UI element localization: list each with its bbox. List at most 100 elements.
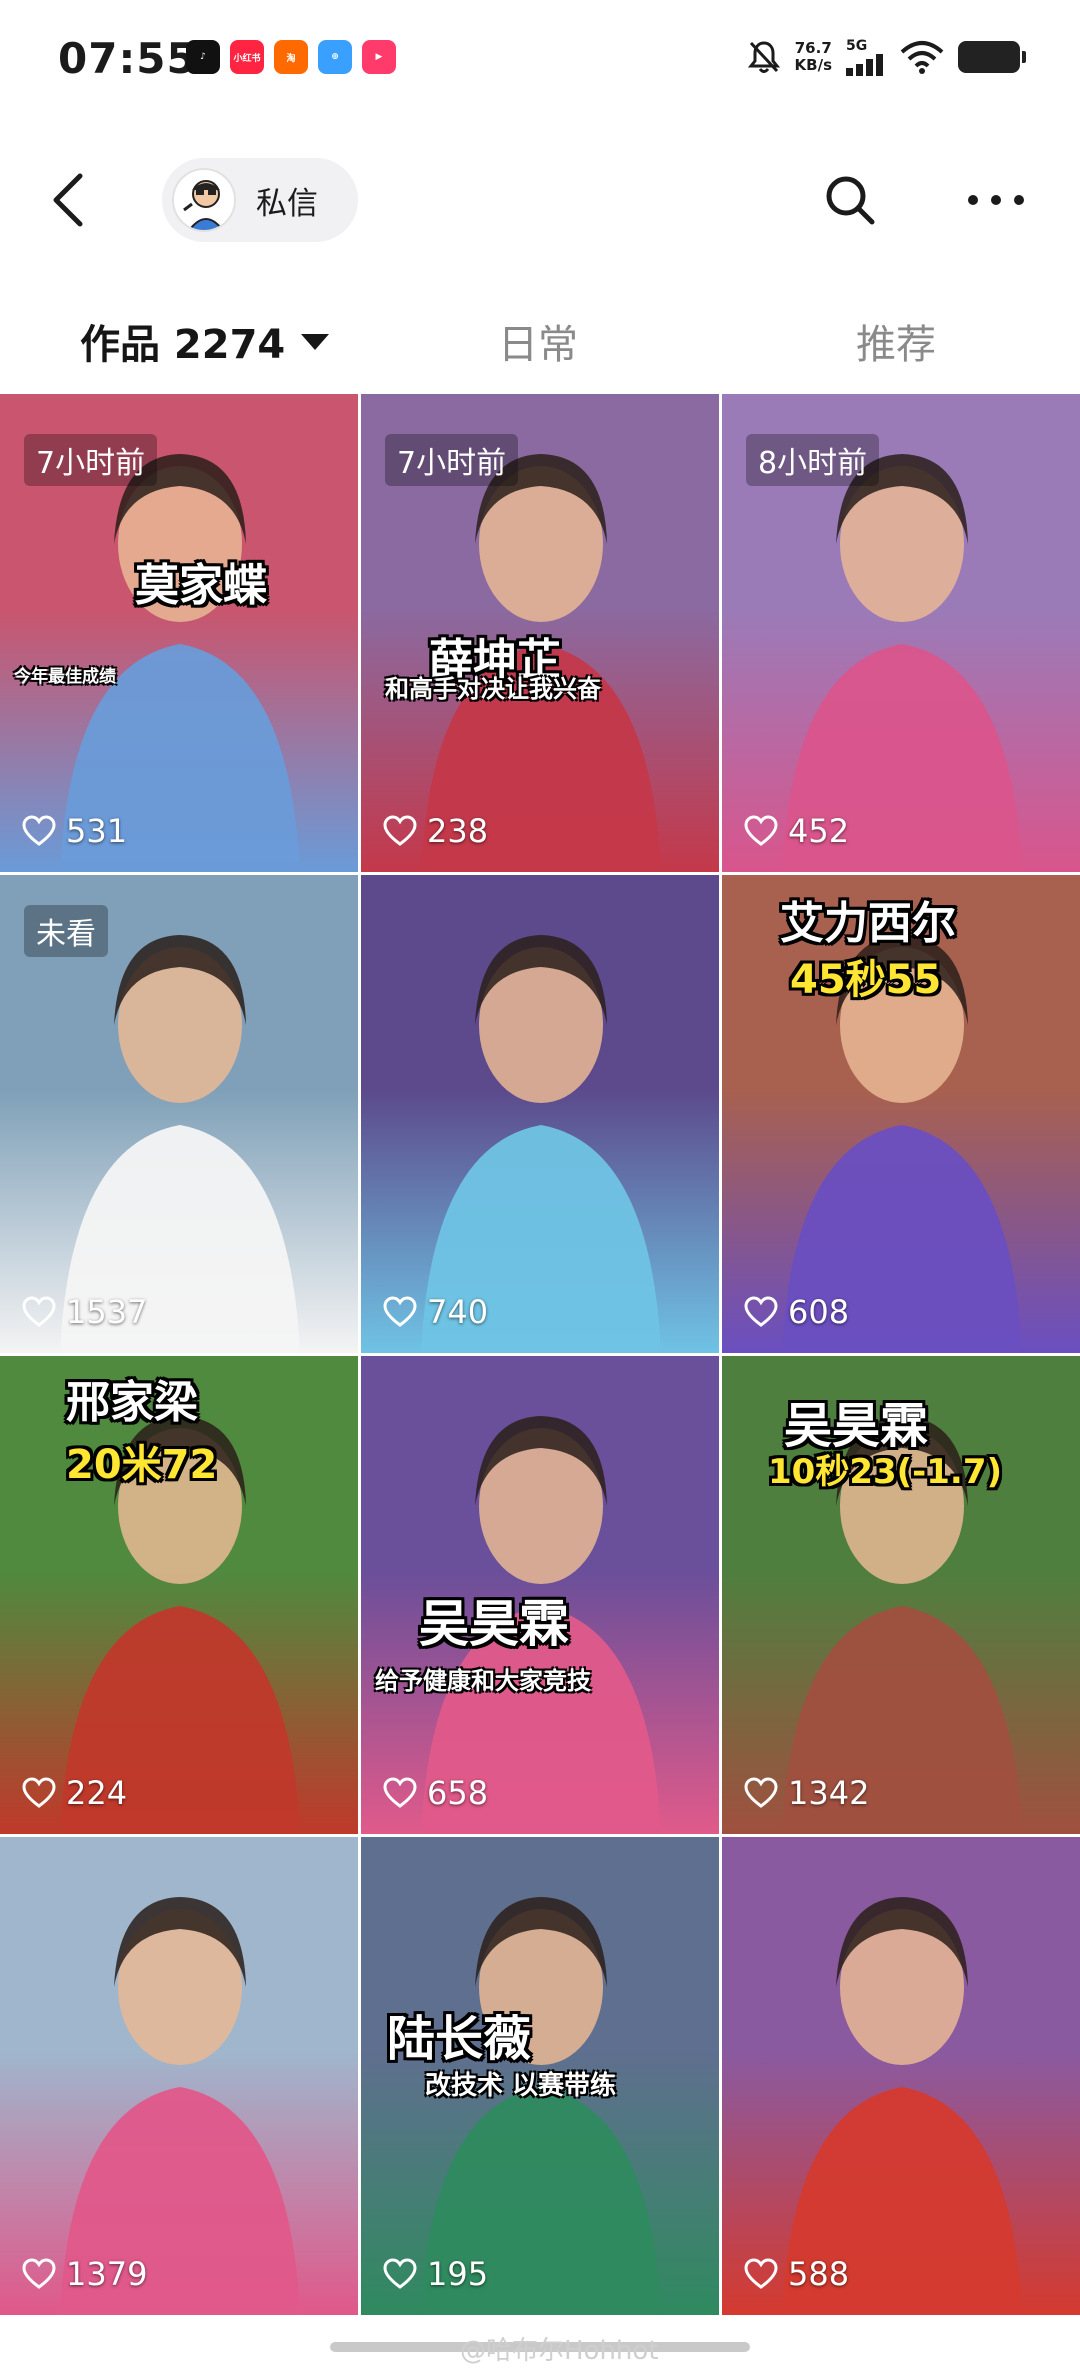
video-subcaption: 今年最佳成绩: [14, 667, 116, 687]
video-thumbnail[interactable]: 艾力西尔 45秒55 608: [722, 875, 1080, 1353]
video-thumbnail[interactable]: 8小时前 452: [722, 394, 1080, 872]
status-right: 76.7 KB/s 5G: [747, 38, 1026, 76]
like-count-value: 238: [427, 812, 489, 850]
like-count-value: 588: [788, 2255, 850, 2293]
status-time: 07:55: [58, 34, 197, 83]
like-count-value: 1379: [66, 2255, 148, 2293]
like-count: 588: [744, 2255, 849, 2293]
heart-icon: [744, 2258, 778, 2289]
heart-icon: [744, 815, 778, 846]
notification-app-icons: ♪ 小红书淘 ⊕ ▶: [186, 40, 396, 74]
taobao-icon: 淘: [274, 40, 308, 74]
video-caption: 陆长薇: [387, 2011, 532, 2067]
unseen-badge: 未看: [24, 905, 108, 957]
video-caption: 莫家蝶: [135, 560, 267, 611]
heart-icon: [383, 1777, 417, 1808]
video-thumbnail[interactable]: 吴昊霖 10秒23(-1.7) 1342: [722, 1356, 1080, 1834]
video-thumbnail[interactable]: 吴昊霖给予健康和大家竞技 658: [361, 1356, 719, 1834]
heart-icon: [22, 815, 56, 846]
video-thumbnail[interactable]: 1379: [0, 1837, 358, 2315]
like-count-value: 452: [788, 812, 850, 850]
like-count-value: 608: [788, 1293, 850, 1331]
heart-icon: [22, 2258, 56, 2289]
heart-icon: [383, 1296, 417, 1327]
signal-icon: [846, 54, 883, 76]
video-result-caption: 10秒23(-1.7): [768, 1452, 1003, 1492]
tab-works-label: 作品 2274: [80, 322, 286, 368]
video-caption: 艾力西尔: [780, 898, 956, 949]
time-badge: 8小时前: [746, 434, 880, 486]
more-options-button[interactable]: [964, 170, 1028, 230]
heart-icon: [744, 1777, 778, 1808]
video-subcaption: 改技术 以赛带练: [425, 2071, 617, 2101]
app-icon: ⊕: [318, 40, 352, 74]
wifi-icon: [900, 41, 944, 74]
caret-down-icon: [301, 334, 330, 350]
heart-icon: [383, 815, 417, 846]
heart-icon: [383, 2258, 417, 2289]
like-count: 1379: [22, 2255, 147, 2293]
back-button[interactable]: [40, 168, 104, 232]
like-count-value: 658: [427, 1774, 489, 1812]
xiaohongshu-icon: 小红书: [230, 40, 264, 74]
net-speed: 76.7 KB/s: [794, 39, 832, 74]
video-thumbnail[interactable]: 7小时前 薛坤芷 和高手对决让我兴奋 238: [361, 394, 719, 872]
video-thumbnail[interactable]: 7小时前莫家蝶今年最佳成绩 531: [0, 394, 358, 872]
video-result-caption: 45秒55: [790, 957, 942, 1003]
like-count-value: 531: [66, 812, 128, 850]
chevron-left-icon: [53, 173, 83, 227]
heart-icon: [744, 1296, 778, 1327]
like-count: 224: [22, 1774, 127, 1812]
private-message-label: 私信: [256, 185, 318, 222]
like-count: 531: [22, 812, 127, 850]
time-badge: 7小时前: [385, 434, 519, 486]
heart-icon: [22, 1777, 56, 1808]
tiktok-icon: ♪: [186, 40, 220, 74]
profile-tabs: 作品 2274 日常 推荐: [0, 290, 1080, 390]
status-bar: 07:55 ♪ 小红书淘 ⊕ ▶ 76.7 KB/s 5G: [0, 0, 1080, 120]
avatar: [172, 168, 236, 232]
athlete-figure: [60, 1897, 300, 2315]
video-thumbnail[interactable]: 未看 1537: [0, 875, 358, 1353]
private-message-button[interactable]: 私信: [162, 158, 358, 242]
video-app-icon: ▶: [362, 40, 396, 74]
video-thumbnail[interactable]: 740: [361, 875, 719, 1353]
time-badge: 7小时前: [24, 434, 158, 486]
tab-recommend[interactable]: 推荐: [856, 312, 936, 370]
video-subcaption: 和高手对决让我兴奋: [385, 675, 601, 703]
like-count: 195: [383, 2255, 488, 2293]
video-thumbnail[interactable]: 陆长薇改技术 以赛带练 195: [361, 1837, 719, 2315]
watermark: @哈布尔Hohhot: [460, 2336, 659, 2366]
video-result-caption: 20米72: [66, 1442, 218, 1488]
mute-bell-icon: [747, 41, 780, 73]
cellular-signal: 5G: [846, 38, 886, 76]
athlete-figure: [782, 1897, 1022, 2315]
top-nav-bar: 私信: [0, 140, 1080, 260]
video-thumbnail[interactable]: 邢家梁 20米72 224: [0, 1356, 358, 1834]
like-count-value: 195: [427, 2255, 489, 2293]
like-count: 1342: [744, 1774, 869, 1812]
heart-icon: [22, 1296, 56, 1327]
video-caption: 邢家梁: [66, 1377, 198, 1428]
like-count-value: 224: [66, 1774, 128, 1812]
like-count: 740: [383, 1293, 488, 1331]
like-count-value: 1342: [788, 1774, 870, 1812]
dot-icon: [1014, 195, 1024, 205]
like-count-value: 1537: [66, 1293, 148, 1331]
like-count: 452: [744, 812, 849, 850]
video-subcaption: 给予健康和大家竞技: [375, 1667, 591, 1695]
network-type: 5G: [846, 38, 868, 54]
like-count: 1537: [22, 1293, 147, 1331]
like-count: 608: [744, 1293, 849, 1331]
like-count: 238: [383, 812, 488, 850]
tab-daily[interactable]: 日常: [498, 312, 578, 370]
tab-works[interactable]: 作品 2274: [80, 312, 330, 370]
like-count: 658: [383, 1774, 488, 1812]
video-caption: 吴昊霖: [419, 1595, 569, 1653]
search-button[interactable]: [820, 170, 880, 230]
search-icon: [826, 176, 875, 225]
dot-icon: [968, 195, 978, 205]
like-count-value: 740: [427, 1293, 489, 1331]
battery-icon: [958, 41, 1026, 73]
video-thumbnail[interactable]: 588: [722, 1837, 1080, 2315]
